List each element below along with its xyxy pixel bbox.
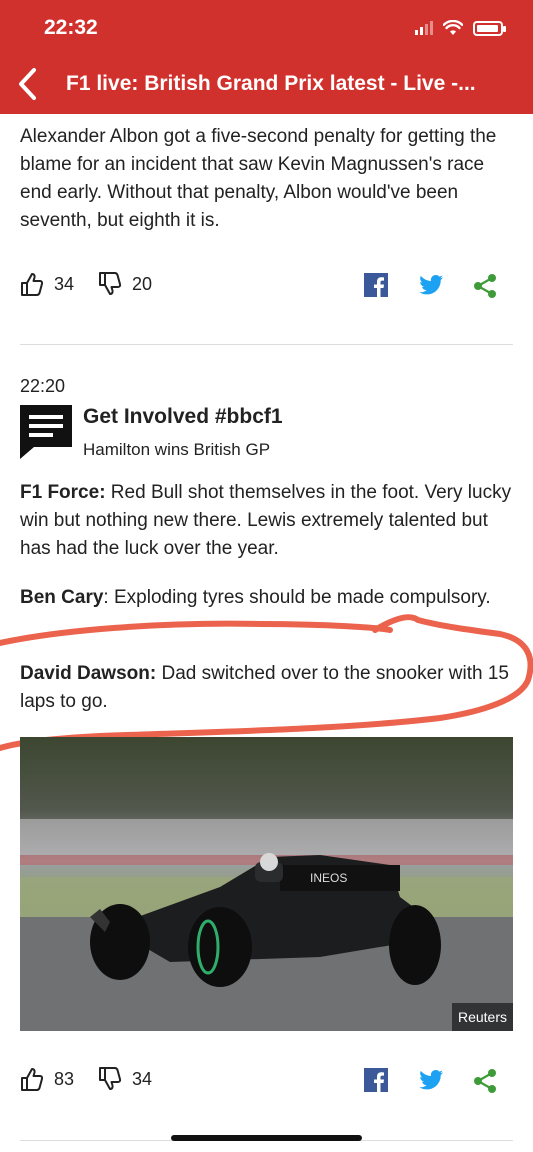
comment-author: David Dawson: — [20, 663, 157, 684]
comment-1: F1 Force: Red Bull shot themselves in th… — [20, 479, 513, 563]
like-count: 34 — [54, 273, 75, 294]
facebook-icon[interactable] — [364, 273, 388, 297]
home-indicator[interactable] — [171, 1135, 362, 1141]
entry-2-time: 22:20 — [20, 376, 66, 396]
share-icon[interactable] — [473, 1068, 497, 1094]
comment-3: David Dawson: Dad switched over to the s… — [20, 660, 513, 716]
thumbs-up-icon — [21, 1068, 44, 1091]
thumbs-down-icon — [99, 1067, 122, 1090]
speech-bubble-icon — [20, 405, 72, 459]
dislike-button[interactable]: 20 — [98, 271, 152, 297]
thumbs-down-icon — [99, 272, 122, 295]
facebook-icon[interactable] — [364, 1068, 388, 1092]
signal-icon — [415, 21, 433, 35]
entry-2-reactions: 83 34 — [20, 1066, 513, 1096]
wifi-icon — [443, 20, 463, 35]
like-count: 83 — [54, 1068, 75, 1089]
divider — [20, 344, 513, 345]
entry-1-reactions: 34 20 — [20, 271, 513, 301]
car-sponsor: INEOS — [310, 871, 347, 885]
entry-1-text: Alexander Albon got a five-second penalt… — [20, 126, 497, 231]
entry-1: Alexander Albon got a five-second penalt… — [20, 123, 513, 235]
page-title: F1 live: British Grand Prix latest - Liv… — [66, 72, 476, 95]
like-button[interactable]: 34 — [20, 271, 74, 297]
comment-author: Ben Cary — [20, 587, 104, 608]
comment-author: F1 Force: — [20, 482, 106, 503]
get-involved-subtitle: Hamilton wins British GP — [83, 440, 271, 459]
battery-icon — [473, 20, 506, 36]
dislike-count: 20 — [132, 273, 153, 294]
comment-text: : Exploding tyres should be made compuls… — [103, 587, 491, 608]
app-header: 22:32 F1 live: British Grand Prix latest… — [0, 0, 533, 114]
thumbs-up-icon — [21, 273, 44, 296]
comment-2: Ben Cary: Exploding tyres should be made… — [20, 584, 513, 612]
dislike-button[interactable]: 34 — [98, 1066, 152, 1092]
race-car-image: INEOS — [20, 737, 513, 1031]
like-button[interactable]: 83 — [20, 1066, 74, 1092]
share-icon[interactable] — [473, 273, 497, 299]
twitter-icon[interactable] — [419, 1070, 443, 1090]
race-photo[interactable]: INEOS Reuters — [20, 737, 513, 1031]
status-time: 22:32 — [44, 16, 98, 39]
status-icons — [415, 20, 506, 36]
back-chevron-icon[interactable] — [14, 66, 46, 102]
photo-credit: Reuters — [451, 1003, 513, 1031]
twitter-icon[interactable] — [419, 275, 443, 295]
dislike-count: 34 — [132, 1068, 153, 1089]
get-involved-title: Get Involved #bbcf1 — [83, 405, 283, 428]
